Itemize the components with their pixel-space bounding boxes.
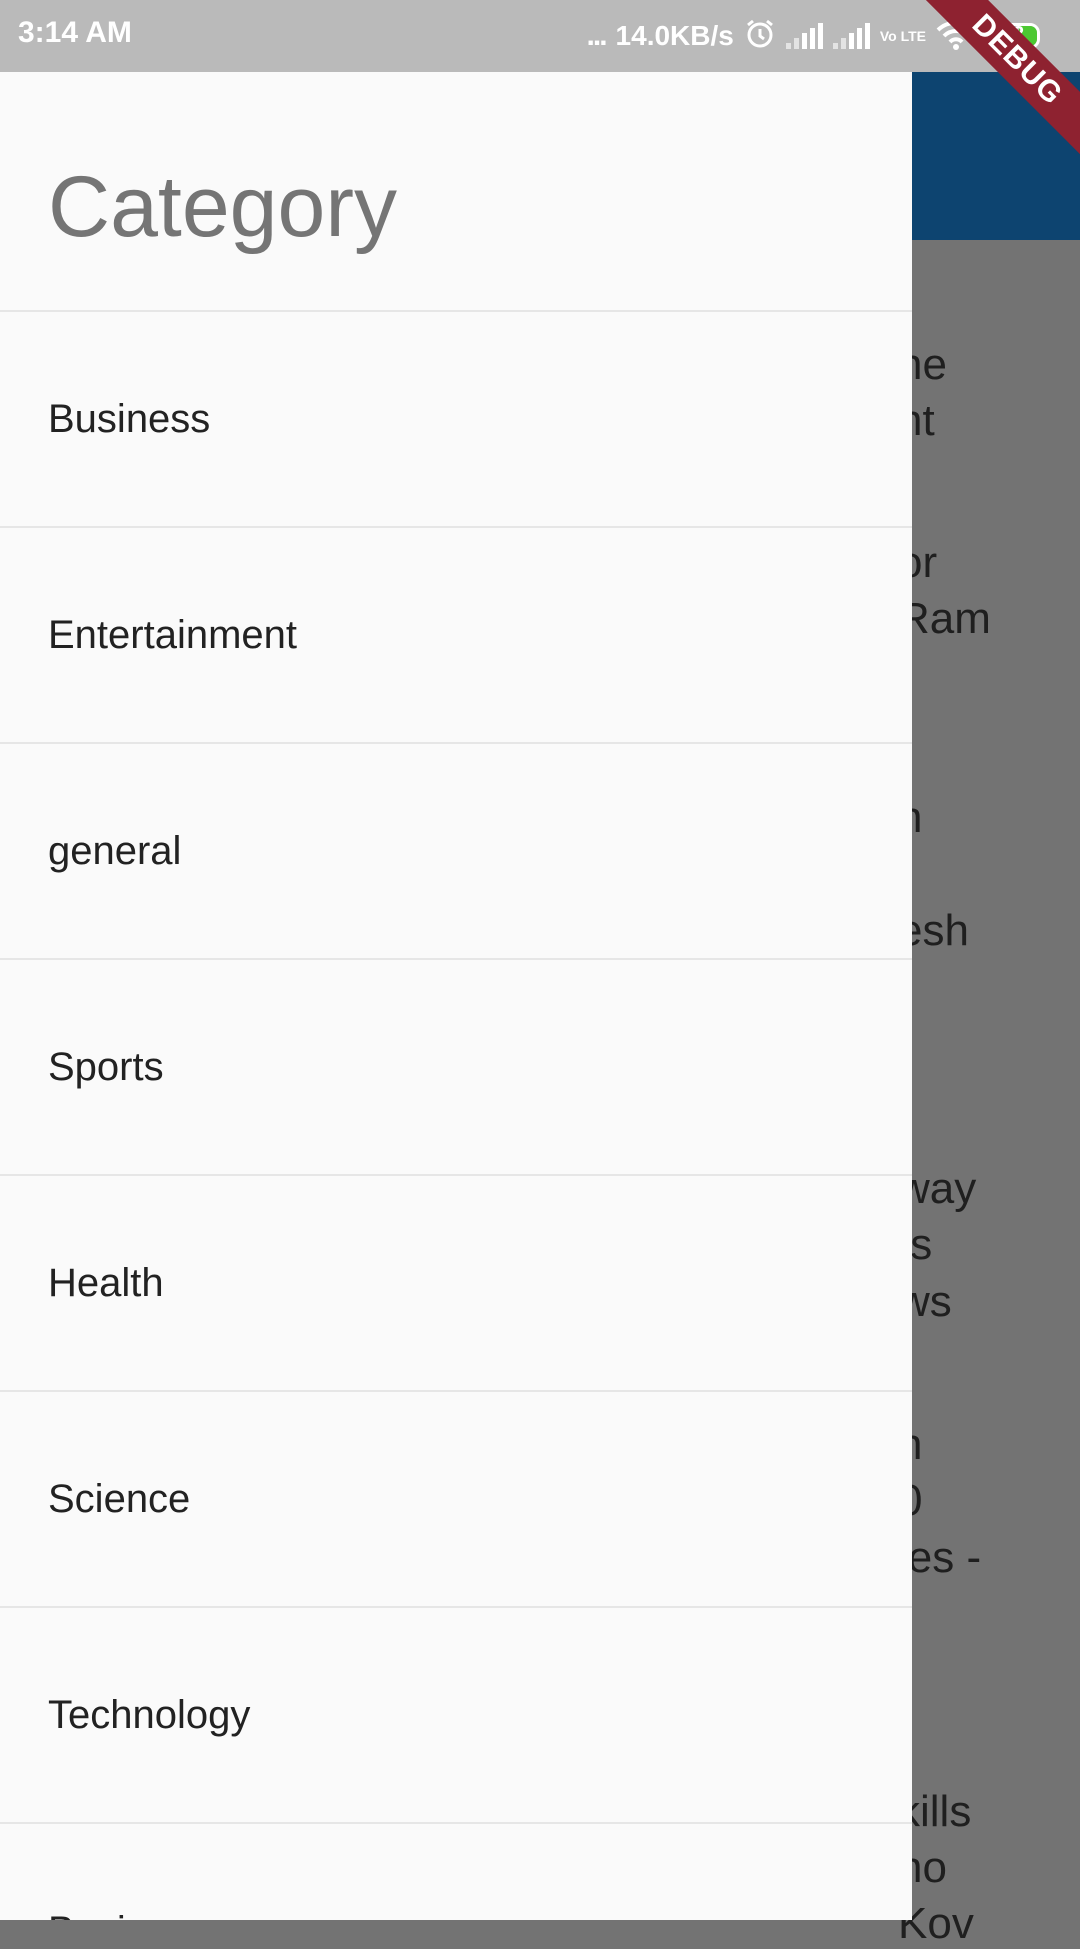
drawer-item-sports[interactable]: Sports [0,960,912,1176]
signal-icon [832,23,870,49]
navigation-drawer: Category Business Entertainment general … [0,72,912,1920]
drawer-item-label: Technology [48,1692,251,1737]
drawer-item-label: Business [48,1909,210,1921]
drawer-item-label: Health [48,1260,164,1305]
drawer-item-label: Entertainment [48,612,298,657]
signal-icon [785,23,823,49]
drawer-item-health[interactable]: Health [0,1176,912,1392]
drawer-item-technology[interactable]: Technology [0,1608,912,1824]
drawer-item-science[interactable]: Science [0,1392,912,1608]
drawer-item-entertainment[interactable]: Entertainment [0,528,912,744]
drawer-item-label: Science [48,1476,191,1521]
drawer-item-label: general [48,828,182,873]
drawer-item-general[interactable]: general [0,744,912,960]
drawer-header: Category [0,72,912,312]
more-notifications-icon: ... [586,19,608,52]
drawer-item-partial[interactable]: Business [0,1824,912,1921]
drawer-item-label: Business [48,396,211,441]
drawer-item-business[interactable]: Business [0,312,912,528]
drawer-item-label: Sports [48,1044,164,1089]
volte-icon: Vo LTE [879,28,926,44]
alarm-icon [744,18,776,55]
status-time: 3:14 AM [18,16,132,49]
status-bar: 3:14 AM ... 14.0KB/s Vo LTE 32 [0,0,1080,72]
network-speed: 14.0KB/s [615,20,734,51]
drawer-title: Category [48,159,397,255]
